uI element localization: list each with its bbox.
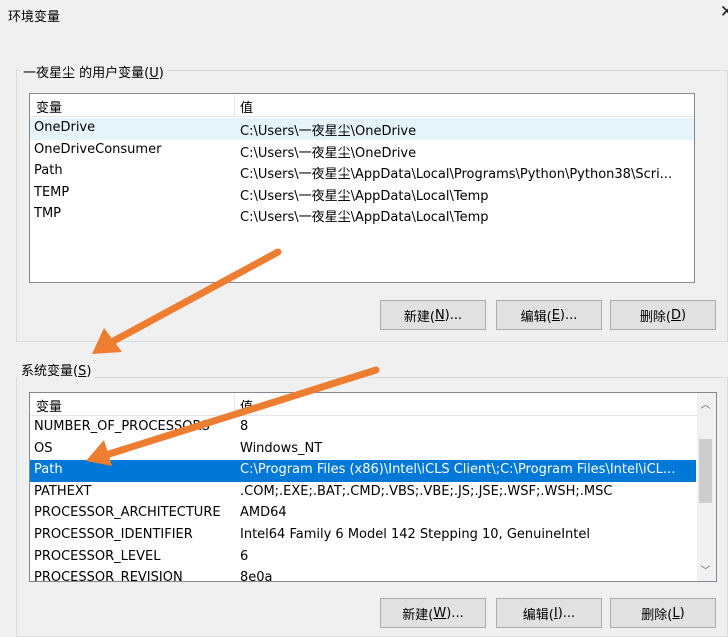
table-row[interactable]: OneDrive C:\Users\一夜星尘\OneDrive bbox=[30, 118, 694, 140]
variable-value-cell: C:\Users\一夜星尘\AppData\Local\Programs\Pyt… bbox=[240, 167, 673, 183]
variable-value-cell: C:\Users\一夜星尘\AppData\Local\Temp bbox=[240, 210, 489, 226]
window-title: 环境变量 bbox=[8, 10, 61, 25]
table-row[interactable]: PATHEXT .COM;.EXE;.BAT;.CMD;.VBS;.VBE;.JS… bbox=[30, 482, 696, 504]
variable-name-cell: PROCESSOR_IDENTIFIER bbox=[34, 527, 193, 542]
table-row[interactable]: Path C:\Users\一夜星尘\AppData\Local\Programs… bbox=[30, 161, 694, 183]
column-header-value[interactable]: 值 bbox=[240, 97, 253, 116]
user-variables-legend: 一夜星尘 的用户变量(U) bbox=[20, 62, 167, 81]
variable-value-cell: C:\Users\一夜星尘\AppData\Local\Temp bbox=[240, 188, 489, 204]
variable-name-cell: TEMP bbox=[34, 184, 70, 200]
user-variables-list[interactable]: 变量 值 OneDrive C:\Users\一夜星尘\OneDrive OneDr… bbox=[29, 93, 695, 283]
table-row[interactable]: TEMP C:\Users\一夜星尘\AppData\Local\Temp bbox=[30, 183, 694, 205]
column-separator[interactable] bbox=[234, 394, 235, 415]
system-delete-button[interactable]: 删除(L) bbox=[610, 598, 716, 628]
variable-name-cell: OneDrive bbox=[34, 120, 96, 135]
user-edit-button[interactable]: 编辑(E)... bbox=[496, 300, 602, 330]
scroll-down-icon[interactable]: ﹀ bbox=[697, 561, 714, 578]
variable-name-cell: PROCESSOR_LEVEL bbox=[34, 548, 161, 564]
table-row[interactable]: Path C:\Program Files (x86)\Intel\iCLS Cl… bbox=[30, 460, 696, 482]
variable-name-cell: OneDriveConsumer bbox=[34, 141, 162, 157]
user-new-button[interactable]: 新建(N)... bbox=[380, 300, 486, 330]
variable-value-cell: C:\Program Files (x86)\Intel\iCLS Client… bbox=[240, 462, 676, 478]
variable-value-cell: C:\Users\一夜星尘\OneDrive bbox=[240, 124, 417, 139]
variable-value-cell: Windows_NT bbox=[240, 440, 323, 456]
scroll-up-icon[interactable]: ︿ bbox=[697, 395, 714, 412]
table-row[interactable]: PROCESSOR_LEVEL 6 bbox=[30, 547, 696, 569]
user-delete-button[interactable]: 删除(D) bbox=[610, 300, 716, 330]
system-edit-button[interactable]: 编辑(I)... bbox=[496, 598, 602, 628]
variable-value-cell: .COM;.EXE;.BAT;.CMD;.VBS;.VBE;.JS;.JSE;.… bbox=[240, 483, 613, 499]
user-list-header: 变量 值 bbox=[30, 94, 694, 117]
table-row[interactable]: PROCESSOR_IDENTIFIER Intel64 Family 6 Mod… bbox=[30, 525, 696, 547]
table-row[interactable]: NUMBER_OF_PROCESSORS 8 bbox=[30, 417, 696, 439]
column-separator[interactable] bbox=[234, 95, 235, 116]
variable-name-cell: NUMBER_OF_PROCESSORS bbox=[34, 419, 210, 434]
legend-end: ) bbox=[86, 364, 92, 379]
column-header-value[interactable]: 值 bbox=[240, 396, 253, 415]
system-list-header: 变量 值 bbox=[30, 393, 716, 416]
variable-value-cell: 6 bbox=[240, 548, 249, 564]
table-row[interactable]: OneDriveConsumer C:\Users\一夜星尘\OneDrive bbox=[30, 140, 694, 162]
table-row[interactable]: OS Windows_NT bbox=[30, 439, 696, 461]
variable-name-cell: OS bbox=[34, 440, 53, 456]
variable-value-cell: C:\Users\一夜星尘\OneDrive bbox=[240, 145, 417, 161]
variable-name-cell: PROCESSOR_ARCHITECTURE bbox=[34, 505, 221, 521]
system-variables-list[interactable]: 变量 值 NUMBER_OF_PROCESSORS 8 OS Windows_NT Pa… bbox=[29, 392, 717, 582]
variable-name-cell: TMP bbox=[34, 206, 61, 222]
system-list-scrollbar[interactable]: ︿ ﹀ bbox=[697, 393, 716, 581]
system-new-button[interactable]: 新建(W)... bbox=[380, 598, 486, 628]
variable-value-cell: 8 bbox=[240, 419, 249, 434]
legend-access-key: U bbox=[149, 66, 159, 81]
variable-name-cell: PROCESSOR_REVISION bbox=[34, 570, 183, 582]
legend-label: 一夜星尘 的用户变量( bbox=[23, 66, 150, 81]
column-header-name[interactable]: 变量 bbox=[36, 396, 62, 415]
variable-name-cell: Path bbox=[34, 462, 63, 478]
legend-label: 系统变量( bbox=[21, 364, 79, 379]
variable-name-cell: Path bbox=[34, 163, 63, 179]
column-header-name[interactable]: 变量 bbox=[36, 97, 62, 116]
system-variables-legend: 系统变量(S) bbox=[18, 360, 95, 379]
variable-value-cell: 8e0a bbox=[240, 570, 273, 582]
variable-value-cell: AMD64 bbox=[240, 505, 287, 521]
table-row[interactable]: PROCESSOR_ARCHITECTURE AMD64 bbox=[30, 503, 696, 525]
variable-value-cell: Intel64 Family 6 Model 142 Stepping 10, … bbox=[240, 527, 591, 542]
close-icon[interactable]: ✕ bbox=[720, 2, 728, 22]
legend-end: ) bbox=[158, 66, 164, 81]
table-row[interactable]: TMP C:\Users\一夜星尘\AppData\Local\Temp bbox=[30, 204, 694, 226]
table-row[interactable]: PROCESSOR_REVISION 8e0a bbox=[30, 568, 696, 582]
scroll-thumb[interactable] bbox=[699, 439, 712, 503]
variable-name-cell: PATHEXT bbox=[34, 483, 92, 499]
